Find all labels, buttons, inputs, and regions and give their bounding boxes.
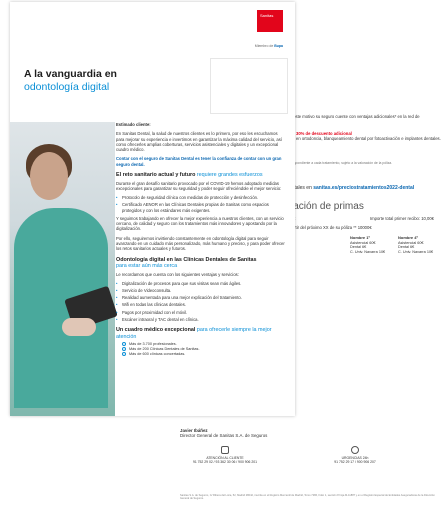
paragraph: Durante el gran desafío sanitario provoc… (116, 180, 282, 191)
bupa-member-mark: Miembro de Bupa (254, 44, 283, 48)
phone-icon (221, 446, 229, 454)
title-line-2: odontología digital (24, 81, 110, 93)
back-intro-line: por este motivo su seguro cuente con ven… (286, 114, 420, 119)
paragraph: Y seguimos trabajando en ofrecer la mejo… (116, 215, 284, 232)
insured-column-2: Nombre 4º Asistencial 60€ Dental 6€ C. U… (398, 235, 434, 254)
list-item: Wifi en todas las clínicas dentales. (116, 302, 286, 307)
section-heading: El reto sanitario actual y futuro requie… (116, 172, 263, 179)
insured-column-1: Nombre 1º Asistencial 60€ Dental 6€ C. U… (350, 235, 386, 254)
insured-2-line: C. Univ. Navarra 10€ (398, 249, 434, 254)
list-item: Servicio de Videoconsulta. (116, 288, 286, 293)
clinic-icon (122, 347, 126, 352)
stat-row: Más de 600 clínicas concertadas. (122, 352, 286, 357)
contact-customer-service: ATENCIÓN AL CLIENTE 91 752 29 02 / 93 36… (190, 446, 260, 465)
list-item: Certificado AENOR en las Clínicas Dental… (116, 202, 286, 212)
paragraph: Por ello, seguiremos invirtiendo constan… (116, 235, 285, 252)
stat-row: Más de 3.700 profesionales. (122, 342, 286, 347)
list-item: Realidad aumentada para una mejor explic… (116, 295, 286, 300)
paragraph: En Sanitas Dental, la salud de nuestros … (116, 131, 282, 153)
list-item: Escáner intraoral y TAC dental en clínic… (116, 317, 286, 322)
contact-emergencies: URGENCIAS 24h 91 752 29 17 / 900 906 207 (320, 446, 390, 465)
discount-callout: 30% de descuento adicional en ortodoncia… (290, 131, 446, 142)
sanitas-logo: Sanitas (257, 10, 283, 32)
front-page: Sanitas Miembro de Bupa A la vanguardia … (10, 2, 295, 416)
section-heading: Odontología digital en las Clínicas Dent… (116, 256, 257, 270)
paragraph: Le recordamos que cuenta con los siguien… (116, 271, 239, 277)
discount-note: correspondiente a cada tratamiento, suje… (286, 161, 393, 165)
list-item: Pagos por proximidad con el móvil. (116, 310, 286, 315)
prices-link-line: dentales en sanitas.es/preciostratamient… (286, 185, 414, 191)
page-title: A la vanguardia en odontología digital (24, 68, 117, 94)
legal-notice: Sanitas S.A. de Seguros, C/ Ribera del L… (180, 494, 435, 501)
greeting: Estimado cliente: (116, 122, 151, 127)
paragraph-highlight: Contar con el seguro de Sanitas Dental e… (116, 156, 282, 167)
dentist-photo (10, 122, 118, 416)
doctor-icon (122, 342, 126, 347)
discount-text: en ortodoncia, blanqueamiento dental por… (296, 136, 441, 142)
contact-phone[interactable]: 91 752 29 17 / 900 906 207 (320, 460, 390, 464)
list-item: Protocolo de seguridad clínica con medid… (116, 195, 286, 200)
insured-1-line: C. Univ. Navarra 10€ (350, 249, 386, 254)
contact-phone[interactable]: 91 752 29 02 / 93 362 30 06 / 900 906 20… (190, 460, 260, 464)
address-window (210, 58, 288, 114)
premiums-heading: ización de primas (286, 201, 364, 212)
prices-link[interactable]: sanitas.es/preciostratamientos2022-denta… (313, 185, 414, 191)
location-icon (351, 446, 359, 454)
building-icon (122, 352, 126, 357)
list-item: Digitalización de procesos para que sus … (116, 281, 286, 286)
stat-row: Más de 200 Clínicas Dentales de Sanitas. (122, 347, 286, 352)
signer-role: Director General de Sanitas S.A. de Segu… (180, 433, 268, 439)
title-line-1: A la vanguardia en (24, 68, 117, 80)
signature-block: Javier Ibáñez Director General de Sanita… (180, 428, 267, 438)
letter-body: Estimado cliente: En Sanitas Dental, la … (116, 122, 286, 357)
section-heading: Un cuadro médico excepcional para ofrece… (116, 327, 272, 340)
premium-row-1-right: Importe total primer recibo: 10,00€ (370, 216, 435, 221)
premium-row-2: a partir del próximo XX de su póliza ** … (286, 225, 372, 230)
